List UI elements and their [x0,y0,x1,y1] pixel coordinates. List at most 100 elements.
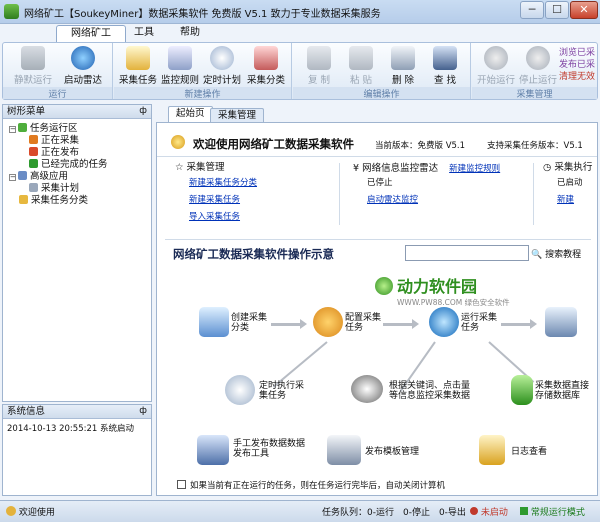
silent-run-icon [21,46,45,70]
arrow [501,319,537,329]
delete-button[interactable]: 删 除 [383,46,423,86]
search-input[interactable] [405,245,529,261]
folder-icon [199,307,229,337]
plan-icon [29,183,38,192]
folder-icon [19,195,28,204]
menu-help[interactable]: 帮助 [166,25,214,42]
find-icon [433,46,457,70]
watermark: 动力软件园 WWW.PW88.COM 绿色安全软件 [375,273,525,313]
new-execution-link[interactable]: 新建 [557,192,597,209]
minimize-button[interactable]: ─ [520,1,544,19]
divider [165,239,591,240]
close-button[interactable]: ✕ [570,1,598,19]
group-collect-label: 采集管理 [472,87,597,100]
current-version: 当前版本：免费版 V5.1 [375,141,466,151]
divider [533,163,534,225]
group-new-label: 新建操作 [114,87,291,100]
eyes-icon [351,375,383,403]
panel-radar: ¥ 网络信息监控雷达 新建监控规则 已停止 启动雷达监控 [353,161,533,231]
step-run-task[interactable]: 运行采集任务 [461,313,501,333]
clock-icon [210,46,234,70]
tree-node-publishing[interactable]: 正在发布 [29,147,79,159]
status-welcome: 欢迎使用 [6,505,55,518]
publish-collected-link[interactable]: 发布已采 [559,59,595,71]
start-page: 欢迎使用网络矿工数据采集软件 当前版本：免费版 V5.1 支持采集任务版本：V5… [156,122,598,496]
arrow [383,319,419,329]
system-info-panel: 系统信息 ф 2014-10-13 20:55:21 系统启动 [2,404,152,496]
welcome-title: 欢迎使用网络矿工数据采集软件 [193,137,354,151]
tree-node-category[interactable]: 采集任务分类 [19,195,88,207]
check-icon [29,159,38,168]
tree-panel: 树形菜单 ф − 任务运行区 正在采集 正在发布 已经完成的任务 − 高级应用 采集计… [2,104,152,402]
step-manual-publish[interactable]: 手工发布数据数据发布工具 [233,439,305,459]
tree-node-task-area[interactable]: − 任务运行区 [9,123,78,135]
divider [339,163,340,225]
menu-tools[interactable]: 工具 [120,25,168,42]
step-configure-task[interactable]: 配置采集任务 [345,313,385,333]
radar-status-icon [470,507,478,515]
panel-collect-manage-title: ☆ 采集管理 [175,162,225,173]
import-task-link[interactable]: 导入采集任务 [189,209,335,226]
status-radar: 未启动 [470,505,508,518]
step-log-view[interactable]: 日志查看 [511,447,547,457]
panel-collect-manage: ☆ 采集管理 新建采集任务分类 新建采集任务 导入采集任务 [175,161,335,231]
ribbon-side-links: 浏览已采 发布已采 清理无效 [559,47,595,83]
start-run-button[interactable]: 开始运行 [476,46,516,86]
clean-invalid-link[interactable]: 清理无效 [559,71,595,83]
supported-version: 支持采集任务版本：V5.1 [487,141,583,151]
maximize-button[interactable]: ☐ [545,1,569,19]
title-bar: 网络矿工【SoukeyMiner】数据采集软件 免费版 V5.1 致力于专业数据… [0,0,600,24]
auto-shutdown-checkbox[interactable]: 如果当前有正在运行的任务，则在任务运行完毕后，自动关闭计算机 [177,479,445,491]
pin-icon[interactable]: ф [139,405,147,418]
group-edit-label: 编辑操作 [293,87,470,100]
status-bar: 欢迎使用 任务队列：0-运行 0-停止 0-导出 未启动 常规运行模式 [0,500,600,522]
copy-button[interactable]: 复 制 [299,46,339,86]
paste-button[interactable]: 粘 贴 [341,46,381,86]
execution-status: 已启动 [557,178,583,188]
step-publish-template[interactable]: 发布模板管理 [365,447,419,457]
silent-run-button[interactable]: 静默运行 [11,46,55,86]
task-icon [126,46,150,70]
new-task-category-link[interactable]: 新建采集任务分类 [189,175,335,192]
step-store-db[interactable]: 采集数据直接存储数据库 [535,381,593,401]
step-create-category[interactable]: 创建采集分类 [231,313,271,333]
step-monitor[interactable]: 根据关键词、点击量等信息监控采集数据 [389,381,477,401]
template-icon [327,435,361,465]
welcome-icon [171,135,185,149]
gear-icon [313,307,343,337]
step-schedule[interactable]: 定时执行采集任务 [259,381,307,401]
watermark-logo-icon [375,277,393,295]
radar-icon [71,46,95,70]
copy-icon [307,46,331,70]
new-monitor-rule-link[interactable]: 新建监控规则 [449,164,500,174]
tab-collect-manage[interactable]: 采集管理 [210,108,265,122]
start-radar-link[interactable]: 启动雷达监控 [367,192,533,209]
new-schedule-button[interactable]: 定时计划 [202,46,242,86]
stop-run-button[interactable]: 停止运行 [518,46,558,86]
menu-network-miner[interactable]: 网络矿工 [56,25,126,42]
tree-node-collecting[interactable]: 正在采集 [29,135,79,147]
collapse-icon[interactable]: − [9,126,16,133]
new-task-button[interactable]: 采集任务 [118,46,158,86]
pin-icon[interactable]: ф [139,105,147,118]
tree-node-advanced[interactable]: − 高级应用 [9,171,68,183]
browse-collected-link[interactable]: 浏览已采 [559,47,595,59]
monitor-icon [168,46,192,70]
export-icon [545,307,577,337]
find-button[interactable]: 查 找 [425,46,465,86]
start-radar-button[interactable]: 启动雷达 [61,46,105,86]
tree-node-plan[interactable]: 采集计划 [29,183,79,195]
new-monitor-rule-button[interactable]: 监控规则 [160,46,200,86]
tree-node-completed[interactable]: 已经完成的任务 [29,159,108,171]
checkbox-box[interactable] [177,480,186,489]
publish-icon [29,147,38,156]
collapse-icon[interactable]: − [9,174,16,181]
category-icon [254,46,278,70]
new-task-link[interactable]: 新建采集任务 [189,192,335,209]
new-category-button[interactable]: 采集分类 [244,46,288,86]
welcome-header: 欢迎使用网络矿工数据采集软件 当前版本：免费版 V5.1 支持采集任务版本：V5… [157,123,597,157]
tab-start-page[interactable]: 起始页 [168,106,213,122]
search-tutorial-button[interactable]: 🔍 搜索教程 [531,247,581,260]
radar-status: 已停止 [367,178,393,188]
delete-icon [391,46,415,70]
